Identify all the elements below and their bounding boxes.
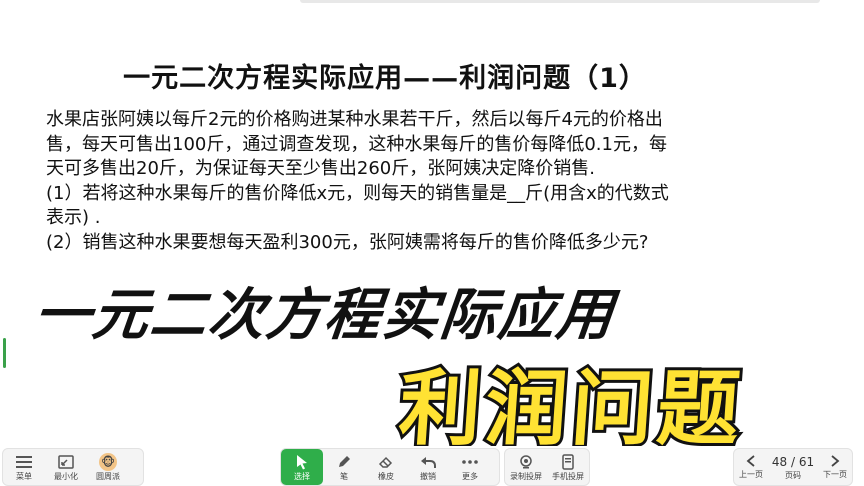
more-button[interactable]: 更多 — [449, 449, 491, 485]
toolbar-center-group: 选择 笔 橡皮 撤销 更多 — [280, 448, 500, 486]
prev-page-label: 上一页 — [739, 469, 763, 479]
problem-line: 售，每天可售出100斤，通过调查发现，这种水果每斤的售价每降低0.1元，每 — [46, 133, 667, 155]
record-screen-button[interactable]: 录制投屏 — [505, 449, 547, 485]
slide-title: 一元二次方程实际应用——利润问题（1） — [123, 63, 647, 94]
minimize-label: 最小化 — [54, 471, 78, 481]
banner-bottom-text: 利润问题 — [393, 359, 750, 460]
banner-top-text: 一元二次方程实际应用 — [29, 281, 621, 351]
avatar-icon: 🐵 — [99, 452, 117, 471]
slide-canvas: 一元二次方程实际应用——利润问题（1） 水果店张阿姨以每斤2元的价格购进某种水果… — [0, 0, 864, 460]
profile-label: 圆周派 — [96, 471, 120, 481]
undo-icon — [420, 453, 436, 471]
page-number: 48 / 61 — [771, 454, 815, 469]
eraser-icon — [378, 453, 394, 471]
menu-button[interactable]: 菜单 — [3, 449, 45, 485]
select-tool-label: 选择 — [294, 471, 310, 481]
phone-cast-button[interactable]: 手机投屏 — [547, 449, 589, 485]
menu-icon — [16, 453, 32, 471]
page-navigator: 上一页 48 / 61 页码 下一页 — [733, 448, 853, 486]
problem-line: 水果店张阿姨以每斤2元的价格购进某种水果若干斤，然后以每斤4元的价格出 — [46, 109, 663, 130]
problem-line: 表示) . — [46, 207, 101, 228]
page-indicator[interactable]: 48 / 61 页码 — [772, 454, 814, 481]
menu-label: 菜单 — [16, 471, 32, 481]
side-panel-handle[interactable] — [3, 338, 6, 368]
select-tool-button[interactable]: 选择 — [281, 449, 323, 485]
next-page-label: 下一页 — [823, 469, 847, 479]
minimize-icon — [58, 453, 74, 471]
bottom-toolbar: 菜单 最小化 🐵 圆周派 选择 笔 橡皮 撤销 更多 录制投屏 手机投屏 上一页… — [0, 446, 864, 486]
phone-icon — [562, 453, 574, 471]
pen-tool-button[interactable]: 笔 — [323, 449, 365, 485]
problem-line: 天可多售出20斤，为保证每天至少售出260斤，张阿姨决定降价销售. — [46, 158, 595, 179]
chevron-right-icon — [830, 454, 840, 469]
top-drag-strip[interactable] — [300, 0, 820, 3]
more-icon — [462, 453, 478, 471]
next-page-button[interactable]: 下一页 — [818, 449, 852, 485]
record-icon — [518, 453, 534, 471]
eraser-tool-label: 橡皮 — [378, 471, 394, 481]
problem-text: 水果店张阿姨以每斤2元的价格购进某种水果若干斤，然后以每斤4元的价格出 售，每天… — [46, 108, 791, 255]
problem-line: (1）若将这种水果每斤的售价降低x元，则每天的销售量是__斤(用含x的代数式 — [46, 182, 669, 204]
phone-cast-label: 手机投屏 — [552, 471, 584, 481]
eraser-tool-button[interactable]: 橡皮 — [365, 449, 407, 485]
pen-icon — [336, 453, 352, 471]
pen-tool-label: 笔 — [340, 471, 348, 481]
profile-button[interactable]: 🐵 圆周派 — [87, 449, 129, 485]
cursor-icon — [295, 453, 309, 471]
minimize-button[interactable]: 最小化 — [45, 449, 87, 485]
undo-button[interactable]: 撤销 — [407, 449, 449, 485]
problem-line: (2）销售这种水果要想每天盈利300元，张阿姨需将每斤的售价降低多少元? — [46, 231, 649, 253]
prev-page-button[interactable]: 上一页 — [734, 449, 768, 485]
page-label: 页码 — [785, 470, 801, 480]
more-label: 更多 — [462, 471, 478, 481]
toolbar-left-group: 菜单 最小化 🐵 圆周派 — [2, 448, 144, 486]
undo-label: 撤销 — [420, 471, 436, 481]
record-screen-label: 录制投屏 — [510, 471, 542, 481]
toolbar-right-group: 录制投屏 手机投屏 — [504, 448, 590, 486]
chevron-left-icon — [746, 454, 756, 469]
